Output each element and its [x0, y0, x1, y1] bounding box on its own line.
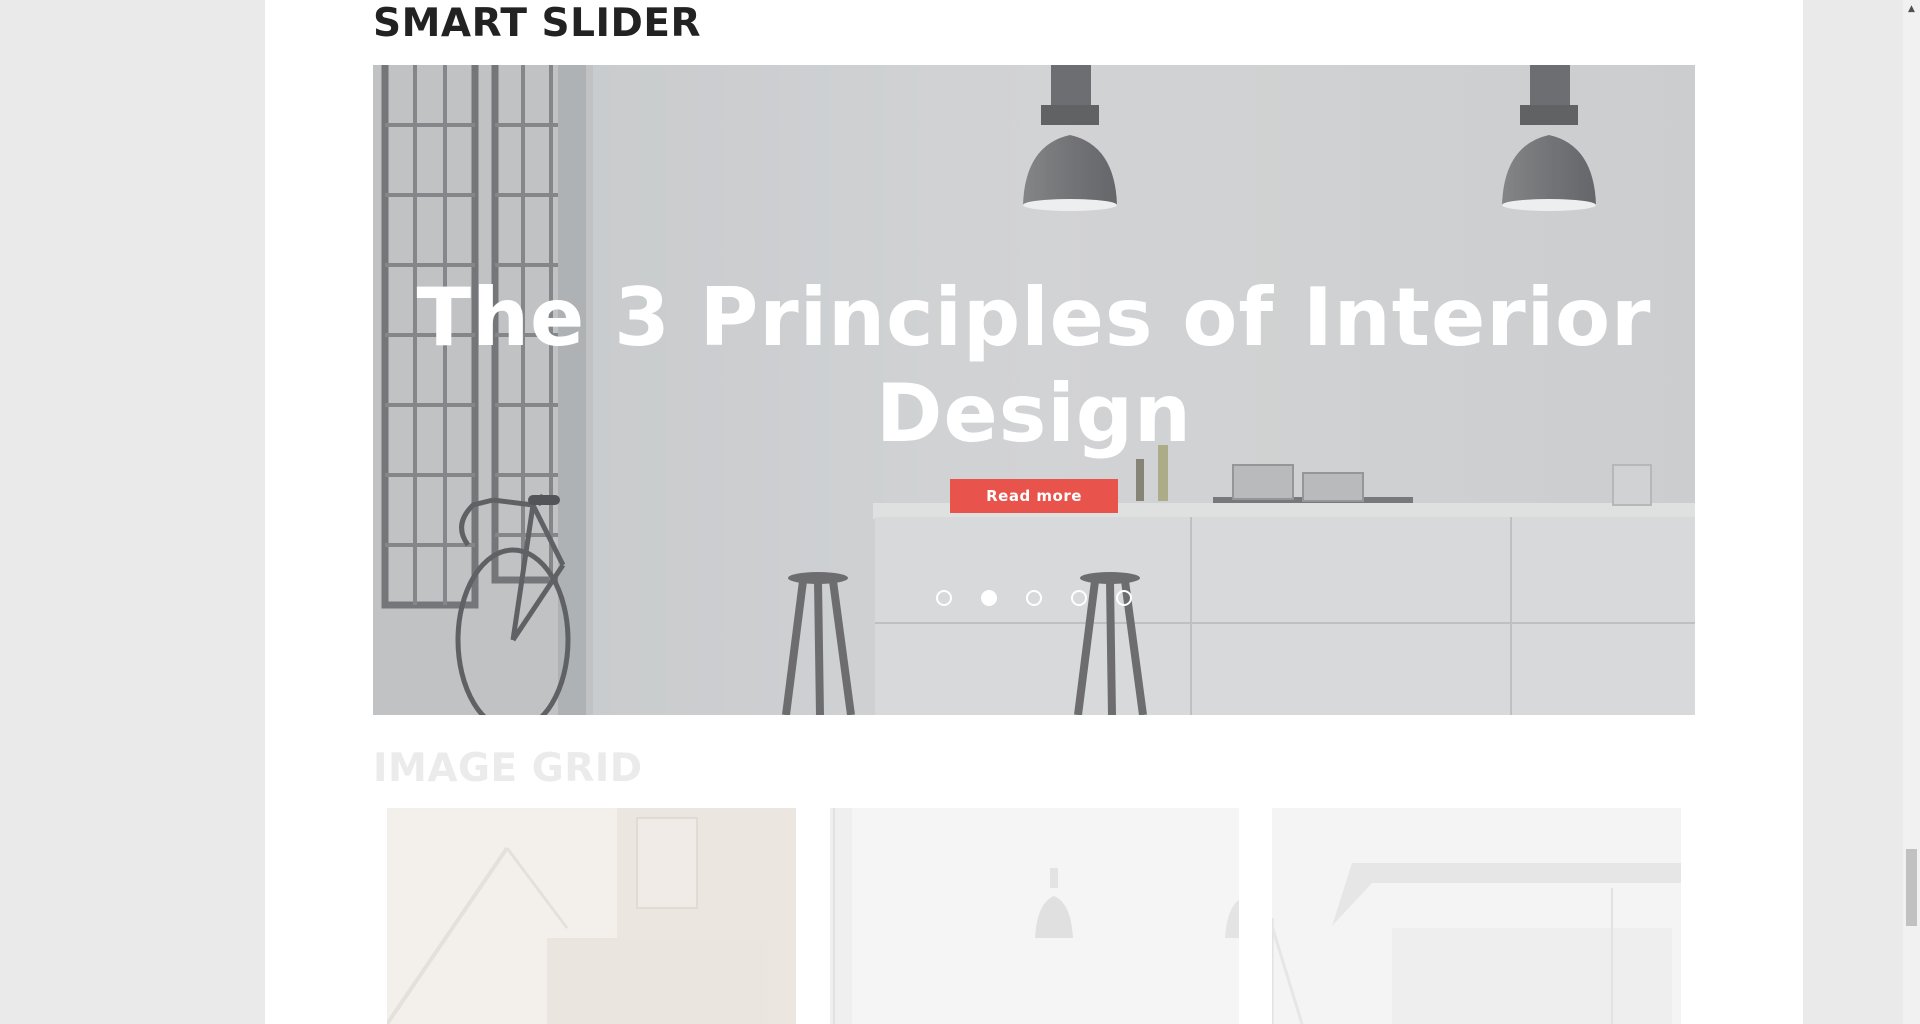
smart-slider[interactable]: The 3 Principles of Interior Design Read… [373, 65, 1695, 715]
slider-dot-2[interactable] [981, 590, 997, 606]
grid-image-3-picture [1272, 808, 1681, 1024]
grid-image-1[interactable] [387, 808, 796, 1024]
slide-heading: The 3 Principles of Interior Design [416, 271, 1652, 460]
up-arrow-icon[interactable]: ▲ [1903, 0, 1920, 17]
read-more-button[interactable]: Read more [950, 479, 1118, 513]
slider-pagination [936, 590, 1132, 606]
vertical-scrollbar[interactable]: ▲ [1903, 0, 1920, 1024]
slider-dot-5[interactable] [1116, 590, 1132, 606]
slider-dot-4[interactable] [1071, 590, 1087, 606]
image-grid-section-title: IMAGE GRID [373, 746, 643, 791]
scrollbar-thumb[interactable] [1906, 849, 1917, 926]
grid-image-3[interactable] [1272, 808, 1681, 1024]
grid-image-1-picture [387, 808, 796, 1024]
slider-dot-3[interactable] [1026, 590, 1042, 606]
smart-slider-section-title: SMART SLIDER [373, 1, 702, 46]
slider-dot-1[interactable] [936, 590, 952, 606]
grid-image-2[interactable] [830, 808, 1239, 1024]
grid-image-2-picture [830, 808, 1239, 1024]
